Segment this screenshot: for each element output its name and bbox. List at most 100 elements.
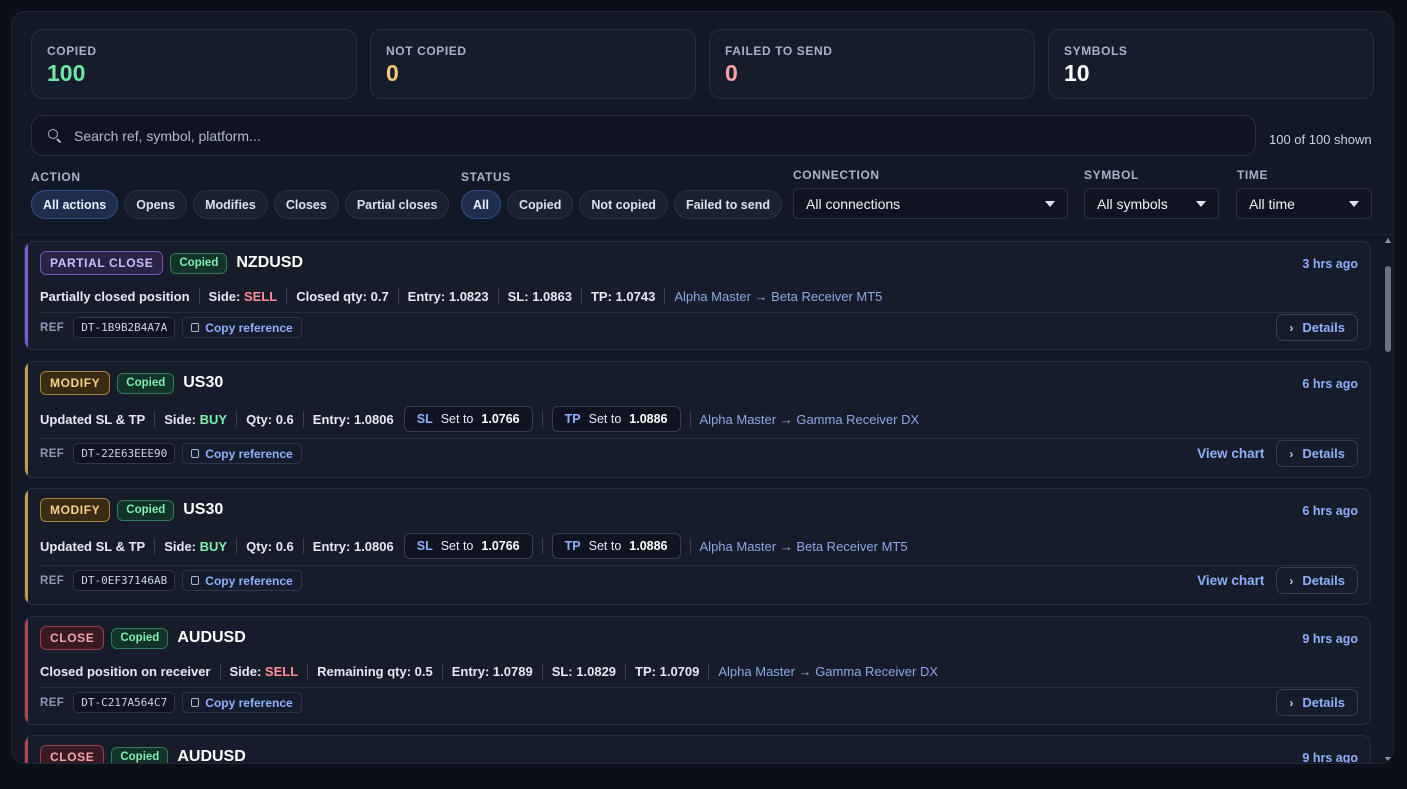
- chevron-right-icon: ›: [1289, 573, 1294, 588]
- card-divider: [40, 687, 1358, 688]
- sl-label: SL:: [551, 663, 573, 679]
- pill-opens[interactable]: Opens: [124, 190, 188, 219]
- set-to-label: Set to: [440, 539, 474, 553]
- details-button[interactable]: › Details: [1276, 440, 1358, 467]
- pill-closes[interactable]: Closes: [273, 190, 339, 219]
- route: Alpha Master → Beta Receiver MT5: [674, 288, 883, 304]
- details-button[interactable]: › Details: [1276, 314, 1358, 341]
- pill-partial-closes[interactable]: Partial closes: [344, 190, 450, 219]
- card-divider: [40, 565, 1358, 566]
- separator: [541, 411, 543, 427]
- status-badge: Copied: [170, 252, 228, 274]
- copy-icon: [191, 576, 200, 585]
- separator: [541, 663, 543, 679]
- event-card[interactable]: MODIFY Copied US30 6 hrs ago Updated SL …: [24, 361, 1371, 478]
- card-actions: › Details: [1276, 314, 1358, 341]
- connection-select-value: All connections: [806, 195, 901, 212]
- stat-value: 0: [725, 60, 738, 86]
- pill-status-failed[interactable]: Failed to send: [673, 190, 782, 219]
- scroll-down-icon[interactable]: [1385, 757, 1391, 762]
- separator: [580, 288, 582, 304]
- side-label: Side:: [164, 411, 197, 427]
- pill-modifies[interactable]: Modifies: [193, 190, 268, 219]
- event-card[interactable]: MODIFY Copied US30 6 hrs ago Updated SL …: [24, 488, 1371, 605]
- shown-count: 100 of 100 shown: [1269, 132, 1372, 147]
- sl-chip: SL Set to 1.0766: [403, 406, 533, 432]
- side-value: BUY: [199, 538, 228, 554]
- stat-label: SYMBOLS: [1064, 44, 1128, 58]
- event-card[interactable]: CLOSE Copied AUDUSD 9 hrs ago Closed pos…: [24, 616, 1371, 725]
- search-box[interactable]: [31, 115, 1256, 156]
- sl-key: SL: [416, 412, 433, 426]
- connection-select[interactable]: All connections: [793, 188, 1068, 219]
- ref-code: DT-22E63EEE90: [73, 443, 176, 464]
- view-chart-link[interactable]: View chart: [1197, 573, 1264, 588]
- set-to-label: Set to: [588, 539, 622, 553]
- stat-not-copied: NOT COPIED 0: [370, 29, 696, 99]
- separator: [625, 663, 627, 679]
- tp-key: TP: [564, 539, 581, 553]
- symbol-select[interactable]: All symbols: [1084, 188, 1219, 219]
- card-actions: View chart › Details: [1197, 440, 1358, 467]
- entry-label: Entry:: [407, 288, 446, 304]
- event-description: Closed position on receiver: [40, 663, 211, 679]
- status-badge: Copied: [117, 372, 175, 394]
- search-input[interactable]: [74, 127, 1224, 144]
- copy-reference-button[interactable]: Copy reference: [182, 692, 302, 713]
- event-details: Updated SL & TP Side: BUY Qty: 0.6 Entry…: [40, 533, 908, 559]
- pill-status-copied[interactable]: Copied: [506, 190, 574, 219]
- separator: [236, 411, 238, 427]
- ref-label: REF: [40, 574, 65, 587]
- separator: [154, 538, 156, 554]
- event-description: Partially closed position: [40, 288, 190, 304]
- copy-reference-button[interactable]: Copy reference: [182, 317, 302, 338]
- side-label: Side:: [164, 538, 197, 554]
- entry-label: Entry:: [451, 663, 490, 679]
- details-label: Details: [1302, 320, 1345, 335]
- ref-row: REF DT-1B9B2B4A7A Copy reference: [40, 317, 302, 338]
- action-badge: CLOSE: [40, 745, 105, 763]
- time-select[interactable]: All time: [1236, 188, 1372, 219]
- stat-value: 100: [47, 60, 86, 86]
- route: Alpha Master → Gamma Receiver DX: [718, 663, 938, 679]
- chevron-right-icon: ›: [1289, 320, 1294, 335]
- card-divider: [40, 438, 1358, 439]
- tp-chip: TP Set to 1.0886: [551, 406, 681, 432]
- ref-row: REF DT-22E63EEE90 Copy reference: [40, 443, 302, 464]
- scrollbar-thumb[interactable]: [1385, 266, 1391, 352]
- pill-status-not-copied[interactable]: Not copied: [579, 190, 668, 219]
- event-card[interactable]: PARTIAL CLOSE Copied NZDUSD 3 hrs ago Pa…: [24, 241, 1371, 350]
- card-accent: [25, 736, 28, 763]
- copy-reference-label: Copy reference: [205, 446, 293, 461]
- qty: Closed qty: 0.7: [296, 288, 389, 304]
- sl-value: 1.0829: [576, 663, 617, 679]
- copy-reference-button[interactable]: Copy reference: [182, 443, 302, 464]
- separator: [307, 663, 309, 679]
- pill-all-actions[interactable]: All actions: [31, 190, 119, 219]
- details-label: Details: [1302, 695, 1345, 710]
- event-details: Updated SL & TP Side: BUY Qty: 0.6 Entry…: [40, 406, 919, 432]
- details-button[interactable]: › Details: [1276, 567, 1358, 594]
- trade-log-panel: COPIED 100 NOT COPIED 0 FAILED TO SEND 0…: [11, 11, 1394, 764]
- separator: [689, 538, 691, 554]
- view-chart-link[interactable]: View chart: [1197, 446, 1264, 461]
- pill-status-all[interactable]: All: [461, 190, 501, 219]
- scroll-up-icon[interactable]: [1385, 238, 1391, 243]
- event-time: 6 hrs ago: [1302, 377, 1358, 391]
- side-label: Side:: [229, 663, 262, 679]
- side-value: SELL: [243, 288, 278, 304]
- symbol-name: AUDUSD: [177, 748, 246, 764]
- copy-reference-button[interactable]: Copy reference: [182, 570, 302, 591]
- event-card[interactable]: CLOSE Copied AUDUSD 9 hrs ago: [24, 735, 1371, 764]
- details-button[interactable]: › Details: [1276, 689, 1358, 716]
- separator: [541, 538, 543, 554]
- qty: Qty: 0.6: [246, 411, 294, 427]
- entry-label: Entry:: [312, 411, 351, 427]
- divider: [12, 234, 1393, 235]
- copy-icon: [191, 698, 200, 707]
- stat-label: FAILED TO SEND: [725, 44, 833, 58]
- separator: [302, 538, 304, 554]
- stat-copied: COPIED 100: [31, 29, 357, 99]
- card-actions: View chart › Details: [1197, 567, 1358, 594]
- action-badge: PARTIAL CLOSE: [40, 251, 164, 275]
